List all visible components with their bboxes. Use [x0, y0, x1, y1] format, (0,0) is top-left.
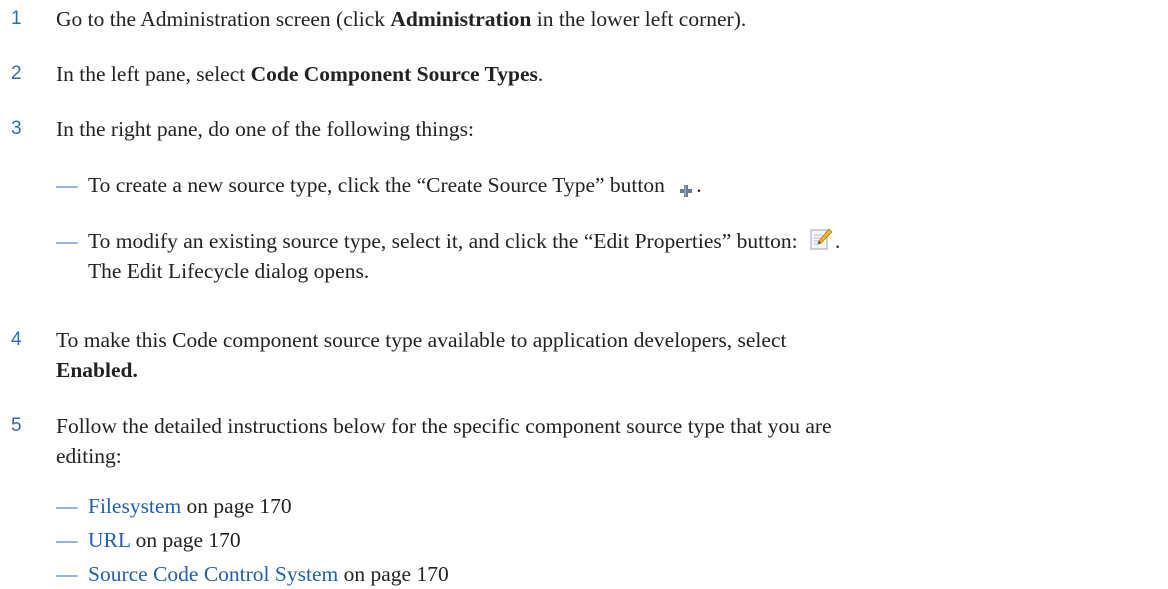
step-text: In the right pane, do one of the followi…: [56, 117, 474, 141]
em-dash-bullet: —: [56, 494, 78, 518]
em-dash-bullet: —: [56, 173, 78, 197]
link-item-url: — URL on page 170: [56, 525, 1156, 555]
step-text: In the left pane, select Code Component …: [56, 62, 544, 86]
filesystem-link[interactable]: Filesystem: [88, 494, 181, 518]
ui-term-code-component-source-types: Code Component Source Types: [250, 62, 538, 86]
step-number: 5: [11, 415, 22, 436]
link-item-filesystem: — Filesystem on page 170: [56, 491, 1156, 521]
ui-term-enabled: Enabled.: [56, 358, 138, 382]
em-dash-bullet: —: [56, 528, 78, 552]
step-number: 2: [11, 63, 22, 84]
step-number: 3: [11, 118, 22, 139]
link-item-source-code-control-system: — Source Code Control System on page 170: [56, 559, 1156, 589]
url-link[interactable]: URL: [88, 528, 130, 552]
step-text: Go to the Administration screen (click A…: [56, 7, 747, 31]
step-text: Follow the detailed instructions below f…: [56, 414, 832, 468]
option-create-source-type: — To create a new source type, click the…: [56, 170, 1156, 200]
plus-icon: [678, 177, 694, 198]
em-dash-bullet: —: [56, 562, 78, 586]
edit-properties-icon: [809, 227, 833, 251]
ui-term-administration: Administration: [390, 7, 532, 31]
step-number: 1: [11, 8, 22, 29]
step-3: 3 In the right pane, do one of the follo…: [0, 114, 1168, 304]
step-1: 1 Go to the Administration screen (click…: [0, 4, 1168, 34]
step-text: To make this Code component source type …: [56, 328, 787, 382]
step-number: 4: [11, 329, 22, 350]
step-5: 5 Follow the detailed instructions below…: [0, 411, 1168, 586]
step-2: 2 In the left pane, select Code Componen…: [0, 59, 1168, 89]
em-dash-bullet: —: [56, 229, 78, 253]
step-4: 4 To make this Code component source typ…: [0, 325, 1168, 385]
source-code-control-system-link[interactable]: Source Code Control System: [88, 562, 338, 586]
option-edit-properties: — To modify an existing source type, sel…: [56, 226, 1156, 286]
